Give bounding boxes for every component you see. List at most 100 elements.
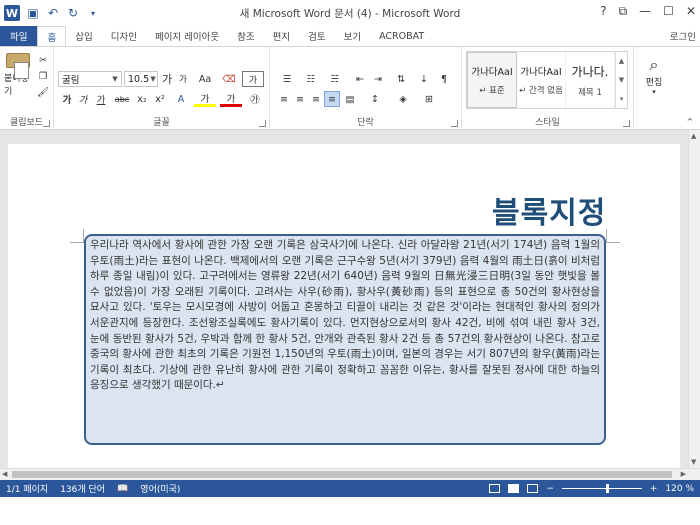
word-logo-icon: W: [4, 5, 20, 21]
zoom-slider-thumb[interactable]: [605, 484, 609, 493]
zoom-level[interactable]: 120 %: [665, 484, 694, 494]
text-effects-icon[interactable]: A: [172, 91, 190, 107]
styles-launcher-icon[interactable]: [623, 120, 630, 127]
sort-icon[interactable]: ↓: [416, 71, 432, 87]
clear-formatting-icon[interactable]: ⌫: [220, 71, 238, 87]
numbering-icon[interactable]: ☷: [300, 71, 322, 87]
bullets-icon[interactable]: ☰: [276, 71, 298, 87]
style-name: ↵ 간격 없음: [519, 86, 563, 96]
zoom-in-icon[interactable]: +: [650, 484, 658, 494]
chevron-down-icon[interactable]: ▼: [619, 76, 624, 84]
tab-acrobat[interactable]: ACROBAT: [370, 26, 433, 46]
paste-button[interactable]: 붙여넣기: [4, 53, 32, 97]
customize-qat-icon[interactable]: ▾: [86, 6, 100, 20]
below-window: [0, 497, 700, 525]
tab-home[interactable]: 홈: [37, 26, 67, 46]
grow-font-button[interactable]: 가: [160, 71, 174, 87]
chevron-up-icon[interactable]: ▲: [619, 57, 624, 65]
close-button[interactable]: ✕: [686, 4, 696, 19]
justify-icon[interactable]: ≡: [324, 91, 340, 107]
login-link[interactable]: 로그인: [670, 26, 700, 46]
highlight-button[interactable]: 가: [194, 91, 216, 107]
save-icon[interactable]: ▣: [26, 6, 40, 20]
style-no-spacing[interactable]: 가나다AaI ↵ 간격 없음: [517, 52, 566, 108]
document-heading[interactable]: 블록지정: [492, 188, 606, 232]
underline-button[interactable]: 가: [92, 91, 110, 107]
scroll-left-icon[interactable]: ◀: [2, 470, 7, 478]
scroll-down-icon[interactable]: ▼: [691, 458, 696, 466]
decrease-indent-icon[interactable]: ⇤: [352, 71, 368, 87]
tab-page-layout[interactable]: 페이지 레이아웃: [146, 26, 228, 46]
help-button[interactable]: ?: [600, 4, 606, 19]
tab-insert[interactable]: 삽입: [66, 26, 101, 46]
increase-indent-icon[interactable]: ⇥: [370, 71, 386, 87]
italic-button[interactable]: 가: [76, 91, 90, 107]
strikethrough-button[interactable]: abc: [112, 91, 132, 107]
font-name-value: 굴림: [62, 75, 80, 86]
align-left-icon[interactable]: ≡: [276, 91, 292, 107]
asian-layout-icon[interactable]: ⇅: [390, 71, 412, 87]
proofing-icon[interactable]: 📖: [111, 484, 134, 494]
margin-mark-top-right: [606, 229, 620, 243]
horizontal-scrollbar[interactable]: ◀ ▶: [0, 468, 700, 480]
gallery-scroll[interactable]: ▲ ▼ ▾: [615, 52, 627, 108]
language-indicator[interactable]: 영어(미국): [134, 482, 186, 495]
bold-button[interactable]: 가: [60, 91, 74, 107]
vertical-scrollbar[interactable]: ▲ ▼: [688, 130, 700, 468]
undo-icon[interactable]: ↶: [46, 6, 60, 20]
tab-review[interactable]: 검토: [299, 26, 334, 46]
font-launcher-icon[interactable]: [259, 120, 266, 127]
text-box[interactable]: 우리나라 역사에서 황사에 관한 가장 오랜 기록은 삼국사기에 나온다. 신라…: [84, 234, 606, 445]
format-painter-icon[interactable]: 🖌: [36, 85, 50, 99]
scroll-right-icon[interactable]: ▶: [681, 470, 686, 478]
tab-view[interactable]: 보기: [335, 26, 370, 46]
align-right-icon[interactable]: ≡: [308, 91, 324, 107]
print-layout-icon[interactable]: [508, 484, 520, 493]
style-normal[interactable]: 가나다AaI ↵ 표준: [467, 52, 517, 108]
change-case-button[interactable]: Aa: [194, 71, 216, 87]
redo-icon[interactable]: ↻: [66, 6, 80, 20]
zoom-out-icon[interactable]: −: [546, 484, 554, 494]
clipboard-group: 붙여넣기 ✂ ❐ 🖌 클립보드: [0, 47, 54, 131]
copy-icon[interactable]: ❐: [36, 69, 50, 83]
paragraph-launcher-icon[interactable]: [451, 120, 458, 127]
shading-icon[interactable]: ◈: [392, 91, 414, 107]
tab-references[interactable]: 참조: [228, 26, 263, 46]
font-color-button[interactable]: 가: [220, 91, 242, 107]
superscript-button[interactable]: x²: [152, 91, 168, 107]
body-paragraph[interactable]: 우리나라 역사에서 황사에 관한 가장 오랜 기록은 삼국사기에 나온다. 신라…: [90, 238, 600, 394]
scroll-up-icon[interactable]: ▲: [691, 132, 696, 140]
collapse-ribbon-icon[interactable]: ^: [684, 115, 696, 127]
borders-icon[interactable]: ⊞: [418, 91, 440, 107]
enclose-char-icon[interactable]: ㉮: [246, 91, 264, 107]
align-center-icon[interactable]: ≡: [292, 91, 308, 107]
web-layout-icon[interactable]: [527, 484, 539, 493]
tab-mailings[interactable]: 편지: [264, 26, 299, 46]
font-name-combo[interactable]: 굴림 ▼: [58, 71, 122, 87]
subscript-button[interactable]: x₂: [134, 91, 150, 107]
style-heading-1[interactable]: 가나다. 제목 1: [566, 52, 615, 108]
clipboard-launcher-icon[interactable]: [43, 120, 50, 127]
minimize-button[interactable]: —: [639, 4, 651, 19]
read-mode-icon[interactable]: [489, 484, 501, 493]
horizontal-scroll-thumb[interactable]: [12, 471, 672, 478]
more-icon[interactable]: ▾: [620, 95, 624, 103]
editing-button[interactable]: ⌕ 편집 ▾: [640, 55, 668, 96]
font-group: 굴림 ▼ 10.5 ▼ 가 가 Aa ⌫ 가 가 가 가 abc x₂ x² A…: [54, 47, 270, 131]
styles-group: 가나다AaI ↵ 표준 가나다AaI ↵ 간격 없음 가나다. 제목 1 ▲ ▼…: [462, 47, 634, 131]
multilevel-list-icon[interactable]: ☵: [324, 71, 346, 87]
page-count[interactable]: 1/1 페이지: [0, 482, 54, 495]
tab-design[interactable]: 디자인: [102, 26, 146, 46]
distributed-icon[interactable]: ▤: [342, 91, 358, 107]
zoom-slider[interactable]: [561, 484, 642, 493]
ribbon-display-button[interactable]: ⧉: [619, 4, 628, 19]
font-size-combo[interactable]: 10.5 ▼: [124, 71, 158, 87]
maximize-button[interactable]: ☐: [663, 4, 674, 19]
char-border-button[interactable]: 가: [242, 71, 264, 87]
line-spacing-icon[interactable]: ↕: [364, 91, 386, 107]
tab-file[interactable]: 파일: [0, 26, 38, 46]
show-marks-icon[interactable]: ¶: [436, 71, 452, 87]
word-count[interactable]: 136개 단어: [54, 482, 111, 495]
shrink-font-button[interactable]: 가: [176, 71, 190, 87]
cut-icon[interactable]: ✂: [36, 53, 50, 67]
